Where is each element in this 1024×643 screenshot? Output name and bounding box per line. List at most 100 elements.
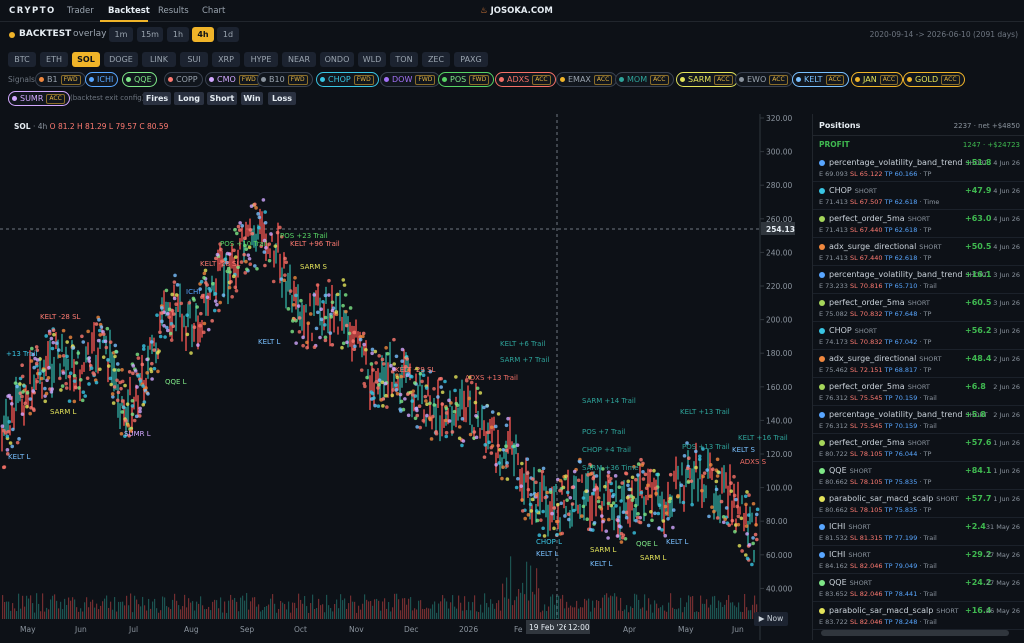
position-details: E 84.162 SL 82.046 TP 79.049 · Trail (819, 562, 937, 570)
position-row[interactable]: adx_surge_directional SHORT +50.5 4 Jun 26 E… (813, 238, 1024, 266)
signal-qqe[interactable]: QQE (122, 72, 157, 87)
symbol-ondo[interactable]: ONDO (320, 52, 354, 67)
tab-backtest[interactable]: Backtest (108, 6, 150, 16)
signal-marker (649, 510, 653, 514)
position-row[interactable]: perfect_order_5ma SHORT +57.6 1 Jun 26 E 80.… (813, 434, 1024, 462)
symbol-near[interactable]: NEAR (282, 52, 316, 67)
signal-marker (284, 260, 289, 265)
tab-chart[interactable]: Chart (202, 6, 225, 16)
now-button[interactable]: ▶ Now (754, 612, 788, 626)
position-row[interactable]: QQE SHORT +84.1 1 Jun 26 E 80.662 SL 78.105 … (813, 462, 1024, 490)
symbol-wld[interactable]: WLD (358, 52, 386, 67)
signal-gold[interactable]: GOLD ACC (903, 72, 965, 87)
volume-bar (100, 605, 102, 619)
chart-canvas[interactable]: 320.00300.00280.00260.00240.00220.00200.… (0, 114, 812, 640)
signal-marker (650, 518, 654, 523)
position-details: E 73.233 SL 70.816 TP 65.710 · Trail (819, 282, 937, 290)
strategy-dot (819, 495, 825, 502)
signal-sarm[interactable]: SARM ACC (676, 72, 738, 87)
filter-win-button[interactable]: Win (241, 92, 263, 105)
interval-15m[interactable]: 15m (137, 27, 163, 42)
signal-b10[interactable]: B10 FWD (257, 72, 313, 87)
signal-name: B10 (269, 75, 285, 84)
position-row[interactable]: adx_surge_directional SHORT +48.4 2 Jun 26 E… (813, 350, 1024, 378)
position-row[interactable]: percentage_volatility_band_trend SHORT +16… (813, 266, 1024, 294)
filter-loss-button[interactable]: Loss (268, 92, 296, 105)
profit-group-header[interactable]: PROFIT 1247 · +$24723 (813, 136, 1024, 154)
stop-loss: SL 82.046 (849, 562, 883, 570)
signal-marker (447, 419, 452, 423)
signal-marker (213, 299, 218, 303)
signal-emax[interactable]: EMAX ACC (556, 72, 618, 87)
interval-4h[interactable]: 4h (192, 27, 214, 42)
position-row[interactable]: perfect_order_5ma SHORT +63.0 4 Jun 26 E 71.… (813, 210, 1024, 238)
position-row[interactable]: percentage_volatility_band_trend SHORT +51… (813, 154, 1024, 182)
tab-trader[interactable]: Trader (67, 6, 94, 16)
signal-mom[interactable]: MOM ACC (615, 72, 674, 87)
filter-long-button[interactable]: Long (174, 92, 204, 105)
panel-scrollbar[interactable] (821, 630, 1009, 636)
signal-ichi[interactable]: ICHI (85, 72, 119, 87)
signal-marker (664, 511, 669, 515)
strategy-name: parabolic_sar_macd_scalp (829, 494, 934, 503)
tab-results[interactable]: Results (158, 6, 189, 16)
position-row[interactable]: parabolic_sar_macd_scalp SHORT +16.4 26 May… (813, 602, 1024, 630)
position-details: E 80.722 SL 78.105 TP 76.044 · TP (819, 450, 931, 458)
symbol-eth[interactable]: ETH (40, 52, 68, 67)
price-chart[interactable]: 320.00 300.00 280.00 260.00 240.00 220.00 200.… (0, 114, 812, 640)
signal-marker (170, 292, 175, 297)
signal-marker (572, 508, 576, 513)
filter-fires-button[interactable]: Fires (143, 92, 171, 105)
volume-bar (328, 605, 330, 619)
interval-1d[interactable]: 1d (217, 27, 239, 42)
signal-sumr[interactable]: SUMR ACC (8, 91, 70, 106)
signal-marker (242, 252, 246, 257)
signal-copp[interactable]: COPP (164, 72, 203, 87)
volume-bar (76, 607, 78, 619)
symbol-btc[interactable]: BTC (8, 52, 36, 67)
symbol-hype[interactable]: HYPE (244, 52, 278, 67)
position-row[interactable]: QQE SHORT +24.2 27 May 26 E 83.652 SL 82.046… (813, 574, 1024, 602)
symbol-zec[interactable]: ZEC (422, 52, 450, 67)
position-row[interactable]: CHOP SHORT +56.2 3 Jun 26 E 74.173 SL 70.832… (813, 322, 1024, 350)
volume-bar (538, 588, 540, 619)
signal-marker (405, 357, 409, 361)
symbol-paxg[interactable]: PAXG (454, 52, 488, 67)
trade-annotation: SARM +36 Time (582, 464, 639, 472)
signal-marker (636, 511, 640, 516)
ohlc-values: O 81.2 H 81.29 L 79.57 C 80.59 (49, 122, 169, 131)
interval-1h[interactable]: 1h (167, 27, 189, 42)
position-row[interactable]: percentage_volatility_band_trend SHORT +5.… (813, 406, 1024, 434)
signal-marker (588, 472, 593, 476)
position-row[interactable]: CHOP SHORT +47.9 4 Jun 26 E 71.413 SL 67.507… (813, 182, 1024, 210)
signal-adxs[interactable]: ADXS ACC (495, 72, 556, 87)
symbol-ton[interactable]: TON (390, 52, 418, 67)
signal-kelt[interactable]: KELT ACC (792, 72, 849, 87)
signal-dow[interactable]: DOW FWD (380, 72, 441, 87)
position-row[interactable]: perfect_order_5ma SHORT +60.5 3 Jun 26 E 75.… (813, 294, 1024, 322)
signal-cmo[interactable]: CMO FWD (205, 72, 264, 87)
entry-price: E 83.722 (819, 618, 850, 626)
position-row[interactable]: parabolic_sar_macd_scalp SHORT +57.7 1 Jun … (813, 490, 1024, 518)
volume-bar (394, 593, 396, 619)
symbol-sol[interactable]: SOL (72, 52, 100, 67)
signal-chop[interactable]: CHOP FWD (316, 72, 379, 87)
position-row[interactable]: ICHI SHORT +29.2 27 May 26 E 84.162 SL 82.04… (813, 546, 1024, 574)
position-row[interactable]: ICHI SHORT +2.4 31 May 26 E 81.532 SL 81.315… (813, 518, 1024, 546)
signal-marker (616, 518, 620, 523)
volume-bar (444, 598, 446, 619)
signal-ewo[interactable]: EWO ACC (735, 72, 793, 87)
symbol-link[interactable]: LINK (142, 52, 176, 67)
stop-loss: SL 78.105 (849, 506, 883, 514)
symbol-doge[interactable]: DOGE (104, 52, 138, 67)
signal-pos[interactable]: POS FWD (438, 72, 495, 87)
signal-b1[interactable]: B1 FWD (35, 72, 86, 87)
position-row[interactable]: perfect_order_5ma SHORT +6.8 2 Jun 26 E 76.3… (813, 378, 1024, 406)
signal-jan[interactable]: JAN ACC (851, 72, 904, 87)
symbol-xrp[interactable]: XRP (212, 52, 240, 67)
interval-1m[interactable]: 1m (109, 27, 133, 42)
signal-marker (39, 376, 44, 381)
filter-short-button[interactable]: Short (207, 92, 237, 105)
symbol-sui[interactable]: SUI (180, 52, 208, 67)
volume-bar (58, 608, 60, 619)
